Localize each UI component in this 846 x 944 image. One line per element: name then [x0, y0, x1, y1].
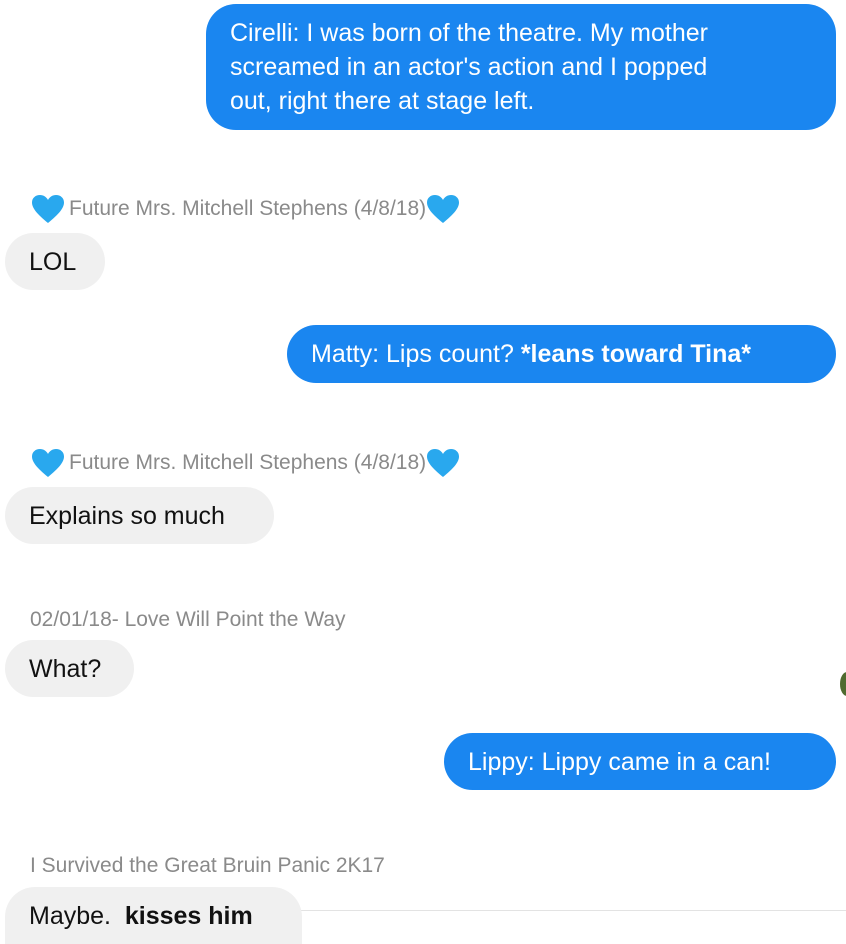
avatar[interactable] — [840, 672, 846, 696]
sender-name-row: 02/01/18- Love Will Point the Way — [30, 608, 346, 632]
message-line: Cirelli: I was born of the theatre. My m… — [230, 19, 708, 47]
incoming-message-bubble[interactable]: Explains so much — [5, 487, 274, 544]
message-action-text: kisses him — [124, 901, 253, 930]
message-line: out, right there at stage left. — [230, 87, 535, 115]
blue-heart-icon — [426, 448, 460, 478]
message-thread: Cirelli: I was born of the theatre. My m… — [0, 0, 846, 944]
sender-name: Future Mrs. Mitchell Stephens (4/8/18) — [69, 451, 427, 474]
sender-name-row: I Survived the Great Bruin Panic 2K17 — [30, 854, 385, 878]
message-text: Lippy: Lippy came in a can! — [468, 747, 771, 776]
sender-name-row: Future Mrs. Mitchell Stephens (4/8/18) — [31, 448, 460, 478]
sender-name-row: Future Mrs. Mitchell Stephens (4/8/18) — [31, 194, 460, 224]
message-text: Explains so much — [29, 501, 225, 530]
divider — [300, 910, 846, 911]
incoming-message-bubble[interactable]: Maybe. kisses him — [5, 887, 302, 944]
blue-heart-icon — [426, 194, 460, 224]
sender-name: Future Mrs. Mitchell Stephens (4/8/18) — [69, 197, 427, 220]
message-text: Maybe. — [29, 901, 125, 930]
sender-name: 02/01/18- Love Will Point the Way — [30, 608, 346, 631]
message-action-text: *leans toward Tina* — [520, 340, 751, 368]
sender-name: I Survived the Great Bruin Panic 2K17 — [30, 854, 385, 877]
message-text: What? — [29, 654, 102, 683]
incoming-message-bubble[interactable]: LOL — [5, 233, 105, 290]
outgoing-message-bubble[interactable]: Matty: Lips count? *leans toward Tina* — [287, 325, 836, 383]
blue-heart-icon — [31, 448, 65, 478]
outgoing-message-bubble[interactable]: Lippy: Lippy came in a can! — [444, 733, 836, 790]
message-text: Matty: Lips count? — [311, 340, 521, 368]
incoming-message-bubble[interactable]: What? — [5, 640, 134, 697]
blue-heart-icon — [31, 194, 65, 224]
message-text: LOL — [29, 247, 77, 276]
message-line: screamed in an actor's action and I popp… — [230, 53, 708, 81]
outgoing-message-bubble[interactable]: Cirelli: I was born of the theatre. My m… — [206, 4, 836, 130]
